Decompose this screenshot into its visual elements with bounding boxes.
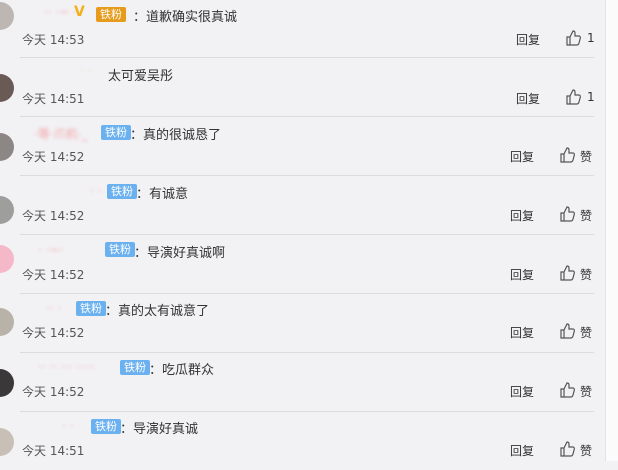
- commenter-name[interactable]: · ·~·: [38, 243, 63, 257]
- comment-text: ：真的太有诚意了: [105, 304, 210, 319]
- like-label: 赞: [580, 209, 593, 223]
- verified-v-icon: V: [74, 4, 85, 20]
- reply-link[interactable]: 回复: [510, 383, 534, 400]
- like-label: 赞: [580, 326, 593, 340]
- comment-text: ：吃瓜群众: [149, 363, 215, 378]
- commenter-name[interactable]: ·· ·· ··· ·····: [38, 360, 95, 374]
- comment-item: · · 铁粉 ：有诚意 今天 14:52 回复 赞: [0, 176, 606, 235]
- commenter-name[interactable]: ·等·爪机·_: [34, 125, 87, 142]
- comment-time: 今天 14:51: [22, 444, 85, 458]
- thumbs-up-icon[interactable]: [565, 89, 581, 105]
- reply-link[interactable]: 回复: [510, 148, 534, 165]
- like-label: 赞: [580, 150, 593, 164]
- fan-badge: 铁粉: [120, 360, 150, 375]
- comment-time: 今天 14:52: [22, 326, 85, 340]
- comment-time: 今天 14:52: [22, 268, 85, 282]
- like-label: 赞: [580, 444, 593, 458]
- comment-time: 今天 14:53: [22, 33, 85, 47]
- commenter-name[interactable]: ·· ·~ ·: [44, 5, 77, 19]
- avatar[interactable]: [0, 2, 14, 30]
- fan-badge: 铁粉: [107, 184, 137, 199]
- comment-text: ：真的很诚恳了: [130, 128, 222, 143]
- thumbs-up-icon[interactable]: [559, 265, 575, 281]
- reply-link[interactable]: 回复: [510, 207, 534, 224]
- commenter-name[interactable]: ·· ·: [46, 301, 61, 315]
- reply-link[interactable]: 回复: [510, 324, 534, 341]
- fan-badge: 铁粉: [96, 7, 126, 22]
- commenter-name[interactable]: · ·: [80, 63, 91, 77]
- comment-item: · · 太可爱吴彤 今天 14:51 回复 1: [0, 58, 606, 117]
- avatar[interactable]: [0, 369, 14, 397]
- comment-text: ：有诚意: [136, 187, 189, 202]
- comment-time: 今天 14:51: [22, 92, 85, 106]
- reply-link[interactable]: 回复: [516, 90, 540, 107]
- reply-link[interactable]: 回复: [510, 442, 534, 459]
- thumbs-up-icon[interactable]: [559, 147, 575, 163]
- avatar[interactable]: [0, 196, 14, 224]
- comment-text: 太可爱吴彤: [108, 69, 174, 84]
- comment-text: ：导演好真诚啊: [134, 246, 226, 261]
- avatar[interactable]: [0, 245, 14, 273]
- comment-item: ·· ·~ · V 铁粉 ：道歉确实很真诚 今天 14:53 回复 1: [0, 0, 606, 58]
- comment-item: · ·~· 铁粉 ：导演好真诚啊 今天 14:52 回复 赞: [0, 235, 606, 294]
- thumbs-up-icon[interactable]: [559, 206, 575, 222]
- reply-link[interactable]: 回复: [516, 31, 540, 48]
- thumbs-up-icon[interactable]: [565, 30, 581, 46]
- commenter-name[interactable]: · ·: [62, 419, 73, 433]
- comment-item: · · 铁粉 ：导演好真诚 今天 14:51 回复 赞: [0, 412, 606, 470]
- thumbs-up-icon[interactable]: [559, 323, 575, 339]
- avatar[interactable]: [0, 133, 14, 161]
- comment-item: ·· · 铁粉 ：真的太有诚意了 今天 14:52 回复 赞: [0, 294, 606, 353]
- comment-time: 今天 14:52: [22, 150, 85, 164]
- like-label: 赞: [580, 268, 593, 282]
- comment-item: ·· ·· ··· ····· 铁粉 ：吃瓜群众 今天 14:52 回复 赞: [0, 353, 606, 412]
- like-count: 1: [587, 31, 595, 45]
- reply-link[interactable]: 回复: [510, 266, 534, 283]
- fan-badge: 铁粉: [76, 301, 106, 316]
- avatar[interactable]: [0, 74, 14, 102]
- comment-time: 今天 14:52: [22, 209, 85, 223]
- avatar[interactable]: [0, 308, 14, 336]
- commenter-name[interactable]: · ·: [90, 184, 101, 198]
- thumbs-up-icon[interactable]: [559, 382, 575, 398]
- scroll-track[interactable]: [605, 0, 618, 461]
- comment-text: ：道歉确实很真诚: [133, 10, 238, 25]
- thumbs-up-icon[interactable]: [559, 441, 575, 457]
- comment-text: ：导演好真诚: [120, 422, 199, 437]
- avatar[interactable]: [0, 428, 14, 456]
- fan-badge: 铁粉: [101, 125, 131, 140]
- like-label: 赞: [580, 385, 593, 399]
- fan-badge: 铁粉: [105, 242, 135, 257]
- like-count: 1: [587, 90, 595, 104]
- fan-badge: 铁粉: [91, 419, 121, 434]
- comment-item: ·等·爪机·_ 铁粉 ：真的很诚恳了 今天 14:52 回复 赞: [0, 117, 606, 176]
- comment-time: 今天 14:52: [22, 385, 85, 399]
